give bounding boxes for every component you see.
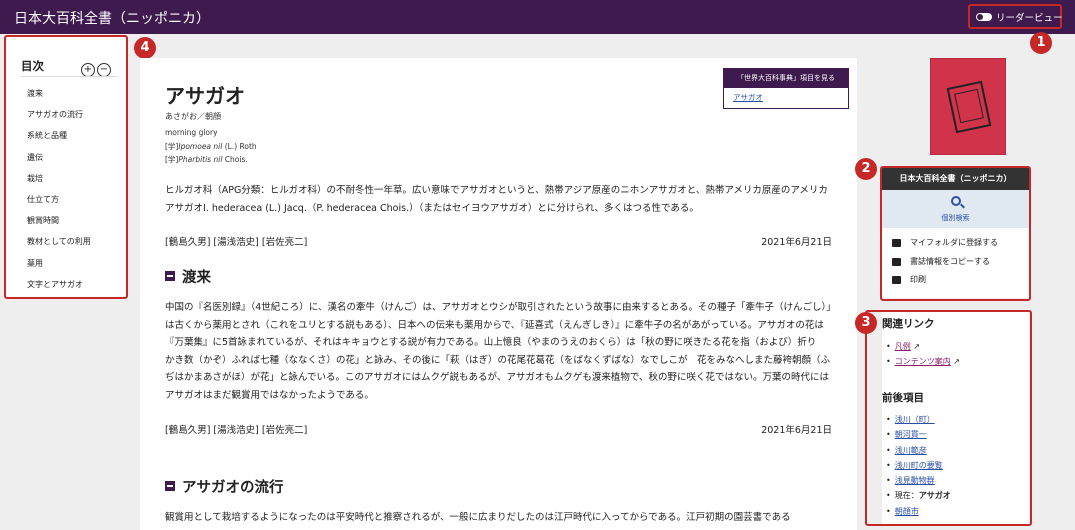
callout-badge-3: 3 [855,312,877,334]
scientific-name-1: [学]Ipomoea nil (L.) Roth [165,141,257,152]
section-paragraph: 観賞用として栽培するようになったのは平安時代と推察されるが、一般に広まりだしたの… [165,512,791,523]
article-title: アサガオ [165,84,245,108]
sci-rest: Chois. [222,155,248,164]
top-bar: 日本大百科全書（ニッポニカ） リーダービュー [0,0,1075,34]
sci-prefix: [学] [165,155,179,164]
callout-badge-1: 1 [1030,32,1052,54]
publish-date: 2021年6月21日 [761,237,832,248]
toggle-switch-icon[interactable] [976,13,992,21]
article: アサガオ あさがお／朝顔 morning glory [学]Ipomoea ni… [140,58,857,530]
sekai-daihyakka-box: 「世界大百科事典」項目を見る アサガオ [723,68,849,109]
authors: [鶴島久男] [湯浅浩史] [岩佐亮二] [165,425,308,436]
reader-view-label: リーダービュー [996,13,1063,24]
sekai-link[interactable]: アサガオ [724,88,848,103]
section-heading: 渡来 [165,266,211,287]
callout-badge-2: 2 [855,158,877,180]
intro-paragraph: ヒルガオ科（APG分類：ヒルガオ科）の不耐冬性一年草。広い意味でアサガオというと… [165,185,828,214]
collapse-section-icon[interactable] [165,481,175,491]
publish-date: 2021年6月21日 [761,425,832,436]
english-name: morning glory [165,128,218,137]
sci-italic: Ipomoea nil [178,142,223,151]
section-title: 渡来 [182,270,211,286]
article-reading: あさがお／朝顔 [165,112,221,121]
section-paragraph: 中国の『名医別録』（4世紀ころ）に、漢名の牽牛（けんご）は、アサガオとウシが取引… [165,302,832,401]
callout-box-panel [880,166,1031,301]
collapse-section-icon[interactable] [165,271,175,281]
callout-badge-4: 4 [134,37,156,59]
book-cover-image [930,58,1006,155]
scientific-name-2: [学]Pharbitis nil Chois. [165,154,248,165]
section-heading: アサガオの流行 [165,476,284,497]
sci-rest: (L.) Roth [222,142,257,151]
sci-italic: Pharbitis nil [178,155,223,164]
callout-box-toc [4,35,128,299]
callout-box-links [865,310,1032,526]
reader-view-toggle[interactable]: リーダービュー [968,4,1063,29]
app-title: 日本大百科全書（ニッポニカ） [14,11,210,27]
authors: [鶴島久男] [湯浅浩史] [岩佐亮二] [165,237,308,248]
section-title: アサガオの流行 [182,480,284,496]
sci-prefix: [学] [165,142,179,151]
sekai-heading: 「世界大百科事典」項目を見る [724,69,848,88]
